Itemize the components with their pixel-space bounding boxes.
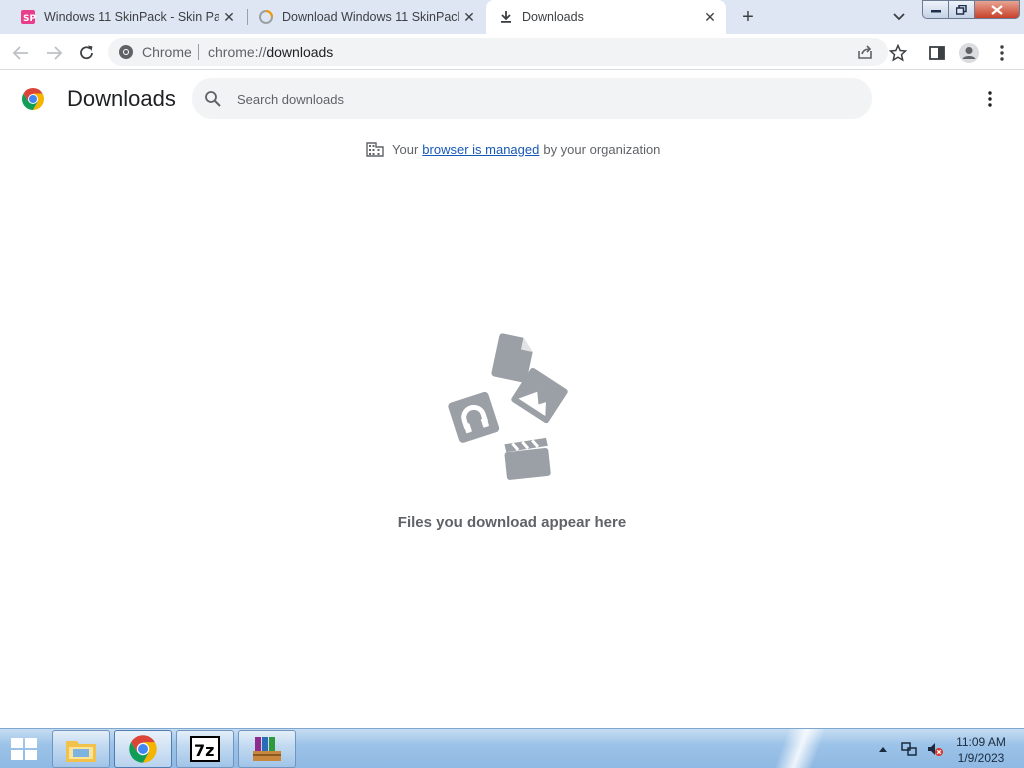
7zip-icon: 7z [190,736,220,762]
clock-time: 11:09 AM [956,735,1006,749]
close-tab-icon[interactable]: ✕ [219,7,239,27]
winrar-icon [253,737,281,761]
tab-strip: SP Windows 11 SkinPack - Skin Pack ✕ Dow… [0,0,1024,34]
tab-title: Windows 11 SkinPack - Skin Pack [44,10,219,24]
chrome-icon [129,735,157,763]
loading-icon [258,9,274,25]
omnibox-separator [198,44,199,60]
clock[interactable]: 11:09 AM 1/9/2023 [948,734,1014,766]
download-icon [498,9,514,25]
svg-text:7z: 7z [194,741,214,760]
tab-title: Downloads [522,10,584,24]
tab-download-skinpack[interactable]: Download Windows 11 SkinPack ✕ [238,0,485,34]
chrome-chip-icon [119,45,133,59]
taskbar: 7z 11:09 AM 1/9/2023 [0,728,1024,768]
clock-date: 1/9/2023 [957,751,1005,765]
taskbar-chrome[interactable] [114,730,172,768]
reload-icon [80,45,93,60]
video-clapper-icon [504,437,551,480]
side-panel-icon[interactable] [925,41,949,65]
folder-icon [66,741,96,762]
tab-downloads[interactable]: Downloads ✕ [486,0,726,34]
audio-icon [448,391,500,443]
taskbar-file-explorer[interactable] [52,730,110,768]
empty-downloads-illustration [448,333,568,480]
search-icon[interactable] [204,90,222,108]
taskbar-winrar[interactable] [238,730,296,768]
search-downloads-input[interactable] [237,89,837,109]
empty-state-message: Files you download appear here [397,514,627,531]
network-icon[interactable] [900,740,918,758]
show-hidden-icons-chevron-icon[interactable] [874,740,892,758]
restore-button[interactable] [948,0,974,19]
system-tray [874,729,952,768]
forward-arrow-icon [47,46,63,60]
new-tab-button[interactable]: + [737,6,759,28]
address-bar[interactable]: Chrome chrome://downloads [108,38,888,66]
tab-skinpack[interactable]: SP Windows 11 SkinPack - Skin Pack ✕ [0,0,245,34]
skinpack-icon: SP [20,9,36,25]
windows-start-icon[interactable] [8,735,40,763]
managed-notice: Your browser is managed by your organiza… [366,139,660,159]
downloads-menu-icon[interactable] [979,88,1001,110]
chrome-menu-icon[interactable] [990,41,1014,65]
close-tab-icon[interactable]: ✕ [459,7,479,27]
toolbar: Chrome chrome://downloads [0,34,1024,70]
building-icon [366,142,384,157]
volume-muted-icon[interactable] [926,740,944,758]
taskbar-highlight [760,729,840,768]
svg-text:SP: SP [23,14,36,24]
share-icon[interactable] [856,43,874,61]
profile-avatar-icon[interactable] [957,41,981,65]
managed-prefix: Your [392,141,419,157]
managed-suffix: by your organization [543,141,661,157]
search-bar[interactable] [192,78,872,119]
back-arrow-icon [12,46,28,60]
page-title: Downloads [67,86,176,111]
forward-button[interactable] [42,41,66,65]
bookmark-star-icon[interactable] [886,41,910,65]
minimize-button[interactable] [922,0,948,19]
browser-managed-link[interactable]: browser is managed [422,142,539,157]
close-tab-icon[interactable]: ✕ [700,7,720,27]
tab-search-chevron-icon[interactable] [889,7,909,27]
tab-title: Download Windows 11 SkinPack [282,10,459,24]
reload-button[interactable] [75,41,99,65]
omnibox-label: Chrome [142,44,192,60]
window-controls [922,0,1020,20]
chrome-logo-icon [22,88,44,110]
close-window-button[interactable] [974,0,1020,19]
back-button[interactable] [9,41,33,65]
taskbar-7zip[interactable]: 7z [176,730,234,768]
url-text[interactable]: chrome://downloads [208,44,333,60]
